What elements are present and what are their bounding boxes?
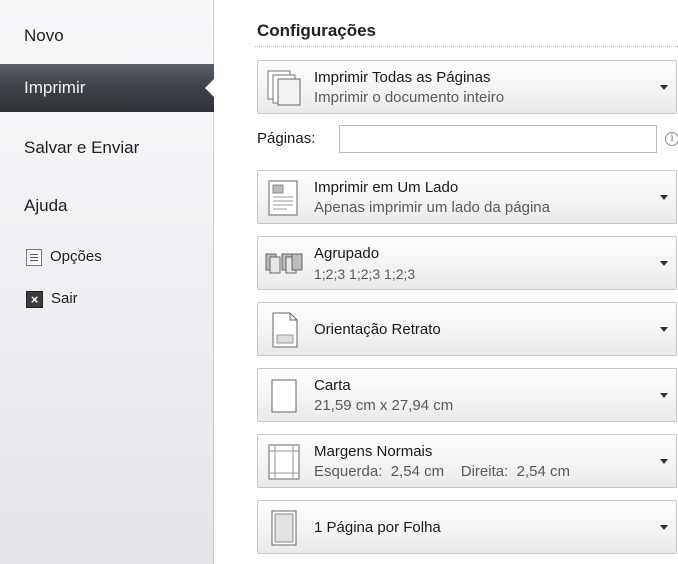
print-sides-dropdown[interactable]: Imprimir em Um Lado Apenas imprimir um l… [257, 170, 677, 224]
backstage-nav: Novo Imprimir Salvar e Enviar Ajuda Opçõ… [0, 0, 215, 564]
nav-item-salvar-enviar[interactable]: Salvar e Enviar [0, 124, 214, 172]
dropdown-main-label: Imprimir Todas as Páginas [314, 69, 491, 86]
chevron-down-icon [660, 525, 668, 530]
dropdown-sub-label: Apenas imprimir um lado da página [314, 199, 550, 216]
pages-input[interactable] [339, 125, 657, 153]
nav-item-label: Sair [51, 290, 78, 307]
paper-size-dropdown[interactable]: Carta 21,59 cm x 27,94 cm [257, 368, 677, 422]
chevron-down-icon [660, 459, 668, 464]
nav-item-novo[interactable]: Novo [0, 12, 214, 60]
nav-item-sair[interactable]: × Sair [26, 286, 78, 312]
dropdown-main-label: Imprimir em Um Lado [314, 179, 459, 196]
dropdown-sub-label: 1;2;3 1;2;3 1;2;3 [314, 266, 416, 282]
dropdown-sub-label: 21,59 cm x 27,94 cm [314, 397, 454, 414]
nav-item-ajuda[interactable]: Ajuda [0, 182, 214, 230]
pages-per-sheet-dropdown[interactable]: 1 Página por Folha [257, 500, 677, 554]
section-divider [255, 46, 678, 47]
portrait-page-icon [272, 312, 298, 348]
chevron-down-icon [660, 327, 668, 332]
options-icon [26, 248, 42, 266]
info-icon[interactable]: i [665, 132, 678, 146]
nav-item-label: Opções [50, 248, 102, 265]
one-sided-page-icon [268, 180, 298, 216]
chevron-down-icon [660, 261, 668, 266]
dropdown-main-label: 1 Página por Folha [314, 519, 441, 536]
print-settings-panel: Configurações Imprimir Todas as Páginas … [255, 0, 678, 564]
collate-pages-icon [265, 253, 303, 274]
nav-item-label: Novo [24, 26, 64, 45]
collate-dropdown[interactable]: Agrupado 1;2;3 1;2;3 1;2;3 [257, 236, 677, 290]
pages-stack-icon [267, 70, 301, 106]
dropdown-main-label: Carta [314, 377, 351, 394]
nav-item-label: Salvar e Enviar [24, 138, 140, 157]
paper-size-icon [271, 379, 297, 413]
nav-item-imprimir[interactable]: Imprimir [0, 64, 215, 112]
print-range-dropdown[interactable]: Imprimir Todas as Páginas Imprimir o doc… [257, 60, 677, 114]
pages-label: Páginas: [257, 130, 316, 147]
dropdown-main-label: Margens Normais [314, 443, 433, 460]
nav-item-label: Imprimir [24, 78, 86, 97]
orientation-dropdown[interactable]: Orientação Retrato [257, 302, 677, 356]
exit-icon: × [26, 290, 43, 308]
nav-item-opcoes[interactable]: Opções [26, 244, 102, 270]
pages-row: Páginas: i [257, 124, 678, 154]
page-per-sheet-icon [271, 510, 297, 546]
dropdown-main-label: Orientação Retrato [314, 321, 441, 338]
dropdown-main-label: Agrupado [314, 245, 380, 262]
margins-icon [268, 444, 300, 480]
chevron-down-icon [660, 195, 668, 200]
nav-item-label: Ajuda [24, 196, 68, 215]
dropdown-sub-label: Imprimir o documento inteiro [314, 89, 505, 106]
chevron-down-icon [660, 393, 668, 398]
dropdown-sub-label: Esquerda: 2,54 cm Direita: 2,54 cm [314, 463, 570, 480]
chevron-down-icon [660, 85, 668, 90]
margins-dropdown[interactable]: Margens Normais Esquerda: 2,54 cm Direit… [257, 434, 677, 488]
section-title: Configurações [257, 21, 377, 40]
